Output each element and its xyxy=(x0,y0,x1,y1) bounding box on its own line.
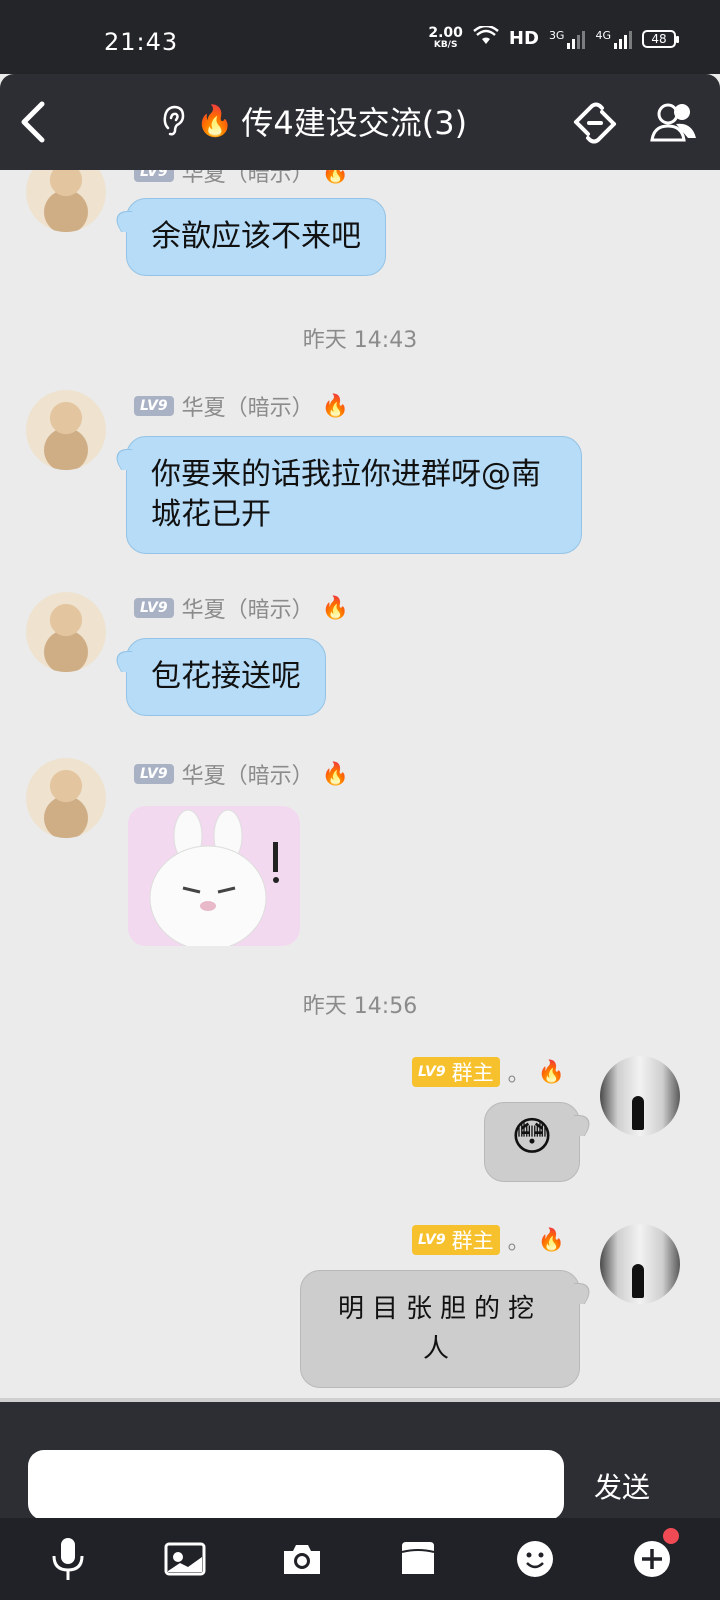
sender-name: 华夏（暗示） xyxy=(181,764,314,789)
timestamp: 昨天 14:56 xyxy=(302,994,418,1019)
level-badge: LV9 xyxy=(134,598,174,618)
signal-4g-icon: 4G xyxy=(595,29,632,49)
mic-icon[interactable] xyxy=(43,1534,93,1584)
sender-name: 。 xyxy=(507,1062,530,1087)
avatar[interactable] xyxy=(600,1224,680,1304)
sender-name: 华夏（暗示） xyxy=(181,598,314,623)
group-title: 传4建设交流(3) xyxy=(241,104,468,142)
status-time: 21:43 xyxy=(104,28,179,56)
sender-name: 。 xyxy=(507,1230,530,1255)
avatar[interactable] xyxy=(26,390,106,470)
message-bubble[interactable]: 你要来的话我拉你进群呀@南城花已开 xyxy=(126,436,582,554)
battery-icon: 48 xyxy=(642,29,679,48)
flame-icon: 🔥 xyxy=(196,103,234,139)
role-label: 群主 xyxy=(451,1225,500,1255)
people-icon xyxy=(650,103,696,142)
message-bubble[interactable]: 余歆应该不来吧 xyxy=(126,198,386,276)
avatar[interactable] xyxy=(600,1056,680,1136)
chevron-left-icon xyxy=(21,101,45,143)
hd-indicator: HD xyxy=(508,28,539,49)
sender-info: LV9 群主 。 🔥 xyxy=(412,1224,565,1256)
send-button[interactable]: 发送 xyxy=(594,1466,650,1506)
level-badge: LV9 xyxy=(134,764,174,784)
sender-info: LV9 群主 。 🔥 xyxy=(412,1056,565,1088)
sender-info: LV9 华夏（暗示） 🔥 xyxy=(134,592,349,624)
flame-icon: 🔥 xyxy=(321,170,349,185)
message-input[interactable] xyxy=(28,1450,564,1520)
level-badge: LV9 xyxy=(418,1064,446,1080)
message-bubble[interactable]: 明目张胆的挖人 xyxy=(300,1270,580,1388)
flame-icon: 🔥 xyxy=(321,595,349,621)
flame-icon: 🔥 xyxy=(321,393,349,419)
owner-badge: LV9 群主 xyxy=(412,1057,500,1087)
timestamp: 昨天 14:43 xyxy=(302,328,418,353)
chat-messages[interactable]: LV9 华夏（暗示） 🔥 余歆应该不来吧 昨天 14:43 LV9 华夏（暗示）… xyxy=(0,170,720,1398)
flame-icon: 🔥 xyxy=(321,761,349,787)
notification-dot xyxy=(662,1528,679,1544)
sender-info: LV9 华夏（暗示） 🔥 xyxy=(134,170,349,188)
link-icon xyxy=(574,102,616,144)
avatar[interactable] xyxy=(26,758,106,838)
emoji-icon[interactable] xyxy=(510,1534,560,1584)
rabbit-sticker[interactable] xyxy=(128,806,300,946)
input-bar: 发送 xyxy=(0,1398,720,1520)
chat-header: 🔥 传4建设交流(3) xyxy=(0,74,720,170)
flame-icon: 🔥 xyxy=(537,1059,565,1085)
back-button[interactable] xyxy=(14,100,54,144)
input-toolbar xyxy=(0,1518,720,1600)
status-bar: 21:43 2.00 KB/S HD 3G 4G 48 xyxy=(0,0,720,74)
wifi-icon xyxy=(473,24,499,51)
avatar[interactable] xyxy=(26,170,106,232)
flame-icon: 🔥 xyxy=(537,1227,565,1253)
camera-icon[interactable] xyxy=(277,1534,327,1584)
folder-icon[interactable] xyxy=(393,1534,443,1584)
network-speed: 2.00 KB/S xyxy=(428,24,463,50)
ear-icon[interactable] xyxy=(160,104,188,138)
sender-name: 华夏（暗示） xyxy=(181,170,314,187)
group-members-button[interactable] xyxy=(648,100,700,146)
plus-icon[interactable] xyxy=(627,1528,679,1584)
avatar[interactable] xyxy=(26,592,106,672)
gallery-icon[interactable] xyxy=(160,1534,210,1584)
sender-info: LV9 华夏（暗示） 🔥 xyxy=(134,758,349,790)
role-label: 群主 xyxy=(451,1057,500,1087)
signal-3g-icon: 3G xyxy=(549,29,586,49)
level-badge: LV9 xyxy=(134,396,174,416)
sender-info: LV9 华夏（暗示） 🔥 xyxy=(134,390,349,422)
message-bubble[interactable]: 😳 xyxy=(484,1102,580,1182)
owner-badge: LV9 群主 xyxy=(412,1225,500,1255)
chat-title: 🔥 传4建设交流(3) xyxy=(160,98,467,144)
status-icons: 2.00 KB/S HD 3G 4G 48 xyxy=(428,24,679,51)
level-badge: LV9 xyxy=(418,1232,446,1248)
blush-emoji-icon: 😳 xyxy=(511,1114,553,1160)
sender-name: 华夏（暗示） xyxy=(181,396,314,421)
link-button[interactable] xyxy=(570,100,620,146)
level-badge: LV9 xyxy=(134,170,174,182)
message-bubble[interactable]: 包花接送呢 xyxy=(126,638,326,716)
